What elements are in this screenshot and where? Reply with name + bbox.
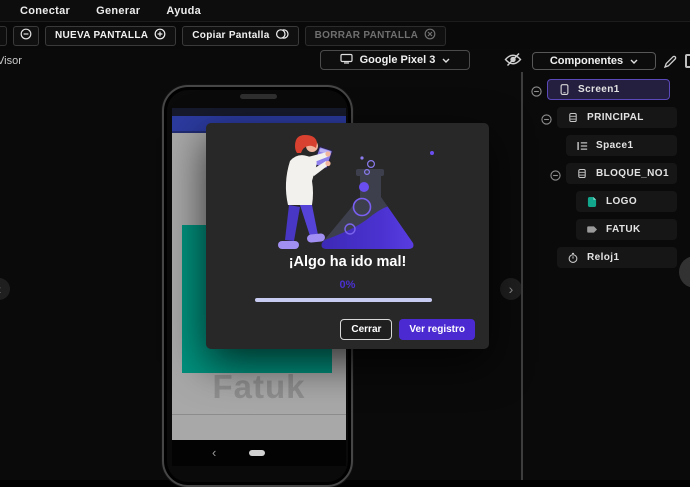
copy-screen-label: Copiar Pantalla [192,30,269,41]
collapse-minus-icon[interactable] [541,112,552,123]
panel-divider[interactable] [521,72,523,480]
tree-row: Screen1 [528,79,690,100]
tree-item-bloque_no1[interactable]: BLOQUE_NO1 [566,163,677,184]
collapse-minus-icon[interactable] [531,84,542,95]
block-icon [567,112,579,123]
block-icon [576,168,588,179]
menu-item-ayuda[interactable]: Ayuda [166,5,201,17]
plus-circle-icon [154,28,166,43]
tree-item-screen1[interactable]: Screen1 [547,79,670,100]
device-icon [340,53,353,67]
eye-off-icon[interactable] [504,52,522,72]
menu-bar: Conectar Generar Ayuda [0,0,690,22]
phone-navbar: ‹ [172,440,346,466]
cutoff-button[interactable] [0,26,7,46]
list-icon [576,141,588,151]
new-screen-button[interactable]: NUEVA PANTALLA [45,26,176,46]
components-dropdown[interactable]: Componentes [532,52,656,70]
error-title: ¡Algo ha ido mal! [206,254,489,270]
tree-item-label: FATUK [606,224,641,235]
tree-item-label: PRINCIPAL [587,112,644,123]
device-selector-label: Google Pixel 3 [360,54,436,66]
tree-item-label: LOGO [606,196,637,207]
tree-item-label: Reloj1 [587,252,619,263]
phone-speaker [240,94,277,99]
collapse-minus-icon[interactable] [550,168,561,179]
prev-screen-button[interactable]: ‹ [0,278,10,300]
chevron-down-icon [442,54,450,66]
progress-percent: 0% [206,279,489,291]
menu-item-conectar[interactable]: Conectar [20,5,70,17]
viewer-panel-label: Visor [0,55,22,67]
tree-item-reloj1[interactable]: Reloj1 [557,247,677,268]
delete-screen-button[interactable]: BORRAR PANTALLA [305,26,447,46]
copy-screen-button[interactable]: Copiar Pantalla [182,26,298,46]
x-circle-icon [424,28,436,43]
menu-item-generar[interactable]: Generar [96,5,140,17]
view-log-button[interactable]: Ver registro [399,319,475,340]
error-modal: ¡Algo ha ido mal! 0% Cerrar Ver registro [206,123,489,349]
tree-row: FATUK [528,219,690,240]
tree-row: PRINCIPAL [528,107,690,128]
components-dropdown-label: Componentes [550,55,623,67]
smartphone-icon [558,83,570,96]
tree-row: BLOQUE_NO1 [528,163,690,184]
screen-toolbar: NUEVA PANTALLA Copiar Pantalla BORRAR PA… [0,22,690,49]
copy-icon [276,28,289,43]
android-home-pill [249,450,265,456]
tree-item-label: Space1 [596,140,633,151]
tree-row: LOGO [528,191,690,212]
device-selector[interactable]: Google Pixel 3 [320,50,470,70]
pencil-icon[interactable] [663,55,677,74]
tree-item-label: BLOQUE_NO1 [596,168,669,179]
tree-item-label: Screen1 [578,84,620,95]
progress-bar [255,298,432,302]
android-back-icon: ‹ [212,445,216,460]
tree-row: Reloj1 [528,247,690,268]
brand-text: Fatuk [172,368,346,406]
section-divider [172,414,346,415]
phone-statusbar [172,108,346,116]
next-screen-button[interactable]: › [500,278,522,300]
tree-item-principal[interactable]: PRINCIPAL [557,107,677,128]
tree-item-logo[interactable]: LOGO [576,191,677,212]
partial-panel-icon[interactable] [685,54,690,68]
image-icon [586,196,598,208]
clock-icon [567,252,579,264]
minus-circle-icon [20,28,32,43]
tag-icon [586,225,598,234]
tree-item-space1[interactable]: Space1 [566,135,677,156]
error-illustration [270,131,440,261]
chevron-down-icon [630,55,638,67]
tree-row: Space1 [528,135,690,156]
tree-item-fatuk[interactable]: FATUK [576,219,677,240]
collapse-screens-button[interactable] [13,26,39,46]
new-screen-label: NUEVA PANTALLA [55,30,148,41]
delete-screen-label: BORRAR PANTALLA [315,30,419,41]
component-tree: Screen1 PRINCIPAL Space1 BLOQUE_NO1 LOGO FATU… [528,79,690,275]
close-button[interactable]: Cerrar [340,319,392,340]
